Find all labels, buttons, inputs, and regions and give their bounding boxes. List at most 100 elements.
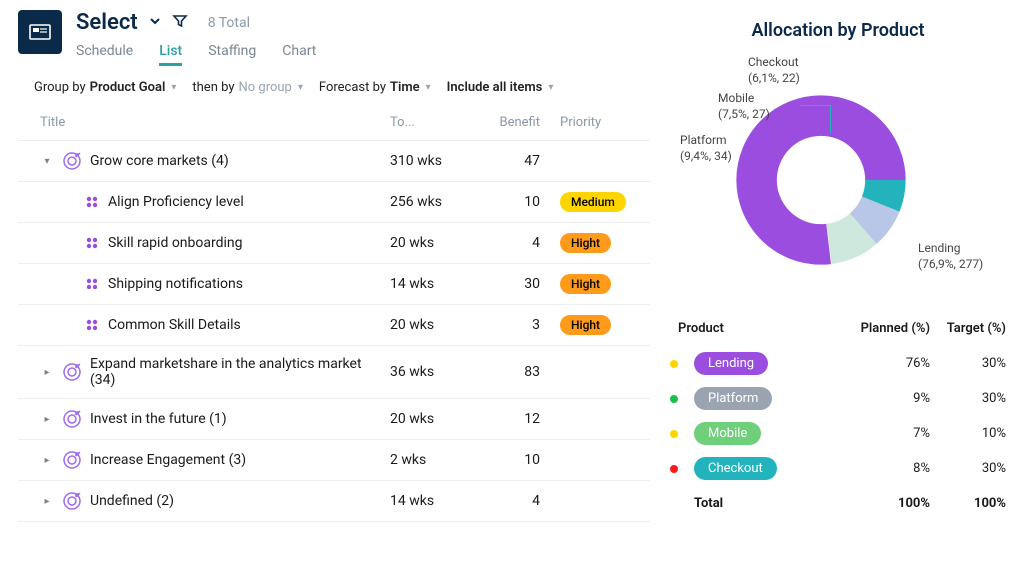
priority-badge: Hight: [560, 315, 611, 335]
table-row[interactable]: Platform 9% 30%: [670, 381, 1006, 416]
chevron-down-icon[interactable]: [148, 14, 162, 32]
row-benefit: 30: [480, 276, 560, 292]
row-title: Grow core markets (4): [90, 153, 229, 169]
cell-target: 30%: [930, 461, 1006, 476]
row-benefit: 10: [480, 452, 560, 468]
col-benefit[interactable]: Benefit: [480, 115, 560, 130]
item-row[interactable]: Common Skill Details 20 wks 3 Hight: [18, 305, 650, 346]
table-row[interactable]: Mobile 7% 10%: [670, 416, 1006, 451]
product-chip: Checkout: [694, 457, 777, 480]
row-to: 20 wks: [390, 235, 480, 251]
thenby-control[interactable]: then by No group ▾: [192, 80, 303, 95]
dashboard-icon: [28, 22, 52, 42]
status-dot: [670, 395, 678, 403]
slice-label-checkout: Checkout(6,1%, 22): [748, 55, 800, 86]
filter-icon[interactable]: [172, 13, 188, 33]
grid-icon: [84, 276, 100, 292]
row-title: Align Proficiency level: [108, 194, 244, 210]
side-pane: Allocation by Product Checkout(6,1%, 22)…: [670, 10, 1006, 559]
column-headers: Title To... Benefit Priority: [18, 105, 650, 141]
product-chip: Platform: [694, 387, 772, 410]
grid-icon: [84, 194, 100, 210]
total-count: 8 Total: [208, 15, 250, 31]
table-row[interactable]: Checkout 8% 30%: [670, 451, 1006, 486]
cell-planned: 9%: [844, 391, 930, 406]
table-header: Product Planned (%) Target (%): [670, 315, 1006, 346]
col-to[interactable]: To...: [390, 115, 480, 130]
expand-icon[interactable]: ▸: [40, 455, 54, 466]
tab-list[interactable]: List: [159, 43, 182, 66]
row-to: 310 wks: [390, 153, 480, 169]
chevron-down-icon: ▾: [298, 82, 303, 93]
row-title: Skill rapid onboarding: [108, 235, 243, 251]
groupby-value: Product Goal: [90, 80, 166, 95]
goal-row[interactable]: ▸ Increase Engagement (3) 2 wks 10: [18, 440, 650, 481]
page-title[interactable]: Select: [76, 10, 138, 35]
tab-chart[interactable]: Chart: [282, 43, 316, 66]
row-benefit: 10: [480, 194, 560, 210]
item-row[interactable]: Align Proficiency level 256 wks 10 Mediu…: [18, 182, 650, 223]
slice-label-platform: Platform(9,4%, 34): [680, 133, 732, 164]
target-icon: [62, 151, 82, 171]
expand-icon[interactable]: ▸: [40, 367, 54, 378]
chart-title: Allocation by Product: [670, 20, 1006, 41]
main-pane: Select 8 Total Schedule List Staffing Ch…: [18, 10, 650, 559]
slice-label-mobile: Mobile(7,5%, 27): [718, 91, 770, 122]
cell-planned: 8%: [844, 461, 930, 476]
target-icon: [62, 362, 82, 382]
item-row[interactable]: Skill rapid onboarding 20 wks 4 Hight: [18, 223, 650, 264]
goal-row[interactable]: ▸ Expand marketshare in the analytics ma…: [18, 346, 650, 399]
allocation-table: Product Planned (%) Target (%) Lending 7…: [670, 315, 1006, 517]
tab-staffing[interactable]: Staffing: [208, 43, 256, 66]
row-title: Invest in the future (1): [90, 411, 227, 427]
row-title: Shipping notifications: [108, 276, 243, 292]
tab-schedule[interactable]: Schedule: [76, 43, 133, 66]
chevron-down-icon: ▾: [548, 82, 553, 93]
leader-line: [800, 105, 830, 106]
row-title: Common Skill Details: [108, 317, 241, 333]
groupby-label: Group by: [34, 80, 86, 95]
row-to: 14 wks: [390, 493, 480, 509]
priority-badge: Hight: [560, 233, 611, 253]
cell-target: 10%: [930, 426, 1006, 441]
cell-target: 30%: [930, 356, 1006, 371]
expand-icon[interactable]: ▸: [40, 414, 54, 425]
row-to: 2 wks: [390, 452, 480, 468]
donut-chart: Checkout(6,1%, 22) Mobile(7,5%, 27) Plat…: [670, 55, 1006, 295]
priority-badge: Hight: [560, 274, 611, 294]
priority-badge: Medium: [560, 192, 626, 212]
app-icon[interactable]: [18, 10, 62, 54]
thenby-value: No group: [238, 80, 291, 95]
groupby-control[interactable]: Group by Product Goal ▾: [34, 80, 176, 95]
goal-row[interactable]: ▸ Invest in the future (1) 20 wks 12: [18, 399, 650, 440]
expand-icon[interactable]: ▸: [40, 496, 54, 507]
toolbar: Group by Product Goal ▾ then by No group…: [18, 66, 650, 105]
thenby-label: then by: [192, 80, 234, 95]
col-title[interactable]: Title: [22, 115, 390, 130]
row-title: Expand marketshare in the analytics mark…: [90, 356, 390, 388]
chevron-down-icon: ▾: [171, 82, 176, 93]
total-planned: 100%: [844, 496, 930, 511]
table-row[interactable]: Lending 76% 30%: [670, 346, 1006, 381]
forecast-label: Forecast by: [319, 80, 386, 95]
include-control[interactable]: Include all items ▾: [447, 80, 554, 95]
target-icon: [62, 491, 82, 511]
total-label: Total: [686, 496, 844, 511]
collapse-icon[interactable]: ▾: [40, 156, 54, 167]
cell-planned: 7%: [844, 426, 930, 441]
row-to: 256 wks: [390, 194, 480, 210]
status-dot: [670, 360, 678, 368]
table-total-row: Total 100% 100%: [670, 486, 1006, 517]
grid-icon: [84, 235, 100, 251]
item-row[interactable]: Shipping notifications 14 wks 30 Hight: [18, 264, 650, 305]
goal-row[interactable]: ▾ Grow core markets (4) 310 wks 47: [18, 141, 650, 182]
forecast-control[interactable]: Forecast by Time ▾: [319, 80, 431, 95]
goal-row[interactable]: ▸ Undefined (2) 14 wks 4: [18, 481, 650, 522]
leader-line: [830, 105, 831, 133]
row-benefit: 47: [480, 153, 560, 169]
row-benefit: 4: [480, 493, 560, 509]
view-tabs: Schedule List Staffing Chart: [76, 43, 316, 66]
grid-icon: [84, 317, 100, 333]
cell-planned: 76%: [844, 356, 930, 371]
col-priority[interactable]: Priority: [560, 115, 646, 130]
